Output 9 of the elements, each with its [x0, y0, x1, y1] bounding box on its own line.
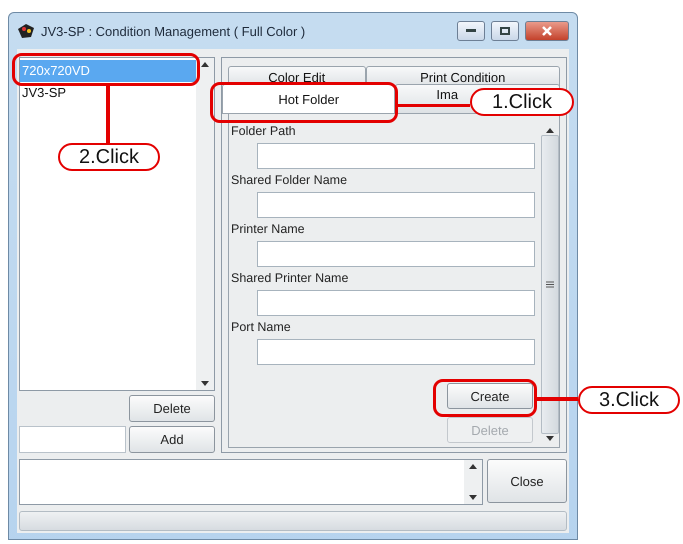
callout-tooltip: 1.Click	[470, 88, 574, 116]
callout-tooltip: 3.Click	[578, 386, 680, 414]
field-label: Printer Name	[231, 222, 305, 238]
field-label: Folder Path	[231, 124, 296, 140]
window-title: JV3-SP : Condition Management ( Full Color )	[41, 24, 306, 38]
field-label: Port Name	[231, 320, 291, 336]
field-label: Shared Folder Name	[231, 173, 348, 189]
callout-tooltip: 2.Click	[58, 143, 160, 171]
field-label: Shared Printer Name	[231, 271, 348, 287]
